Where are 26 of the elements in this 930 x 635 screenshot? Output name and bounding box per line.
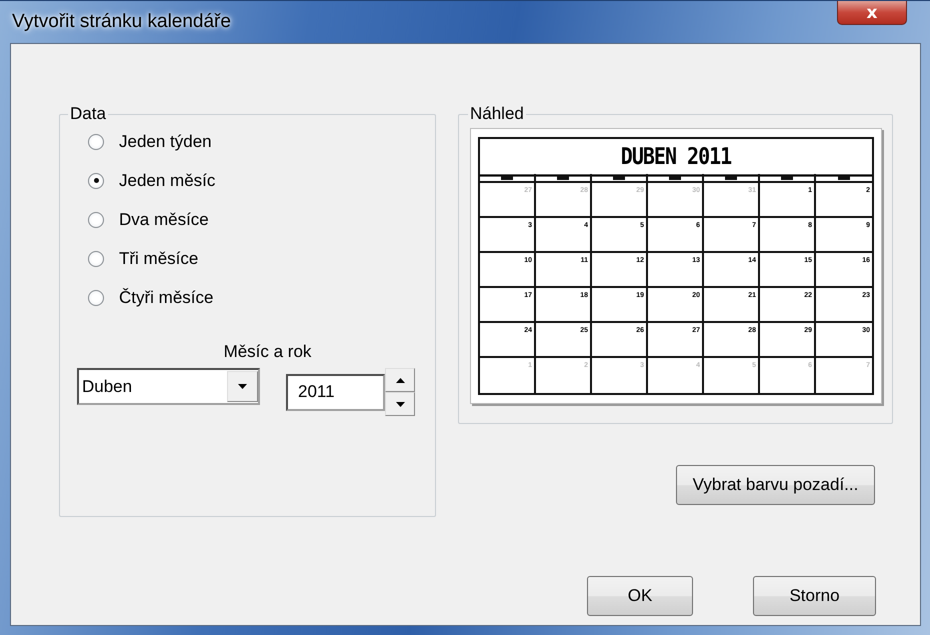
group-title: Data <box>69 104 107 124</box>
radio-label[interactable]: Jeden měsíc <box>119 170 216 190</box>
down-arrow-icon <box>396 402 404 406</box>
dialog-button[interactable]: Storno <box>753 576 876 616</box>
radio-button[interactable] <box>88 290 104 306</box>
year-field[interactable]: 2011 <box>286 374 385 410</box>
close-button[interactable]: x <box>837 1 907 25</box>
window-title: Vytvořit stránku kalendáře <box>11 11 231 33</box>
month-year-label: Měsíc a rok <box>222 342 312 362</box>
radio-button[interactable] <box>88 134 104 150</box>
dialog-button[interactable]: OK <box>587 576 693 616</box>
radio-label[interactable]: Jeden týden <box>119 132 212 152</box>
radio-button[interactable] <box>88 172 104 188</box>
radio-button[interactable] <box>88 212 104 228</box>
radio-label[interactable]: Tři měsíce <box>119 248 198 268</box>
radio-label[interactable]: Dva měsíce <box>119 210 209 230</box>
spin-down-button[interactable] <box>385 392 415 416</box>
radio-button[interactable] <box>88 250 104 266</box>
dropdown-button[interactable] <box>227 371 258 402</box>
spin-up-button[interactable] <box>385 368 415 392</box>
group-title: Náhled <box>469 104 525 124</box>
background-color-button[interactable]: Vybrat barvu pozadí... <box>676 465 875 505</box>
up-arrow-icon <box>396 378 404 382</box>
month-dropdown[interactable]: Duben <box>77 368 260 405</box>
down-arrow-icon <box>238 384 247 389</box>
radio-label[interactable]: Čtyři měsíce <box>119 288 214 308</box>
